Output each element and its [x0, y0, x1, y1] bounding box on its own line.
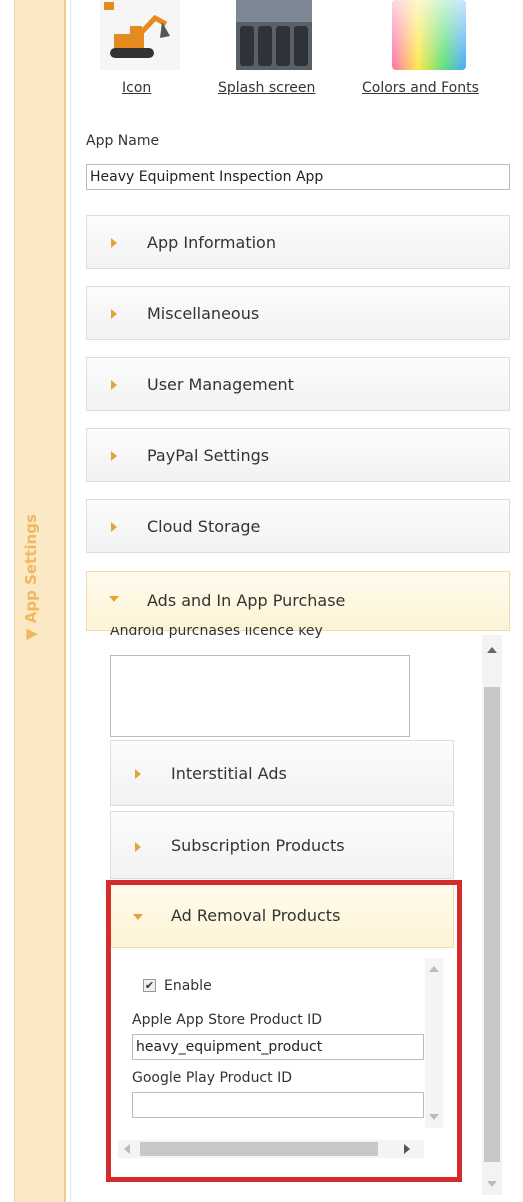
- expand-arrow-icon: [111, 309, 117, 319]
- tires-image-icon: [236, 0, 312, 70]
- splash-screen-link[interactable]: Splash screen: [218, 80, 315, 96]
- section-app-information[interactable]: App Information: [86, 215, 510, 269]
- section-label: App Information: [147, 233, 276, 252]
- subsection-interstitial-ads[interactable]: Interstitial Ads: [110, 740, 454, 806]
- icon-link[interactable]: Icon: [122, 80, 151, 96]
- expand-arrow-icon: [135, 769, 141, 779]
- subsection-label: Subscription Products: [171, 836, 345, 855]
- section-label: Ads and In App Purchase: [147, 591, 346, 610]
- licence-key-textarea[interactable]: [110, 655, 410, 737]
- app-settings-tab[interactable]: ▼ App Settings: [22, 514, 40, 640]
- collapse-arrow-icon: [109, 596, 119, 602]
- app-settings-sidebar: ▼ App Settings: [0, 0, 66, 1202]
- app-icon-thumbnail[interactable]: [100, 0, 180, 70]
- expand-arrow-icon: [111, 522, 117, 532]
- section-cloud-storage[interactable]: Cloud Storage: [86, 499, 510, 553]
- section-label: PayPal Settings: [147, 446, 270, 465]
- outer-vertical-scrollbar[interactable]: [482, 635, 502, 1195]
- section-miscellaneous[interactable]: Miscellaneous: [86, 286, 510, 340]
- scroll-thumb[interactable]: [484, 687, 500, 1162]
- sidebar-strip: [0, 0, 15, 1202]
- colors-fonts-thumbnail[interactable]: [392, 0, 466, 70]
- color-palette-icon: [392, 0, 466, 70]
- section-label: Cloud Storage: [147, 517, 261, 536]
- colors-fonts-link[interactable]: Colors and Fonts: [362, 80, 479, 96]
- app-name-input[interactable]: Heavy Equipment Inspection App: [86, 164, 510, 190]
- subsection-subscription-products[interactable]: Subscription Products: [110, 811, 454, 879]
- scroll-up-icon[interactable]: [487, 647, 497, 653]
- section-label: User Management: [147, 375, 294, 394]
- licence-key-label: Android purchases licence key: [110, 627, 323, 638]
- scroll-down-icon[interactable]: [487, 1181, 497, 1187]
- splash-screen-thumbnail[interactable]: [236, 0, 316, 70]
- section-user-management[interactable]: User Management: [86, 357, 510, 411]
- section-label: Miscellaneous: [147, 304, 260, 323]
- excavator-icon: [100, 0, 180, 70]
- app-name-label: App Name: [86, 133, 160, 149]
- expand-arrow-icon: [111, 238, 117, 248]
- section-ads-in-app-purchase[interactable]: Ads and In App Purchase: [86, 571, 510, 631]
- section-paypal-settings[interactable]: PayPal Settings: [86, 428, 510, 482]
- expand-arrow-icon: [111, 380, 117, 390]
- expand-arrow-icon: [111, 451, 117, 461]
- expand-arrow-icon: [135, 842, 141, 852]
- highlight-box: [106, 880, 462, 1182]
- subsection-label: Interstitial Ads: [171, 764, 287, 783]
